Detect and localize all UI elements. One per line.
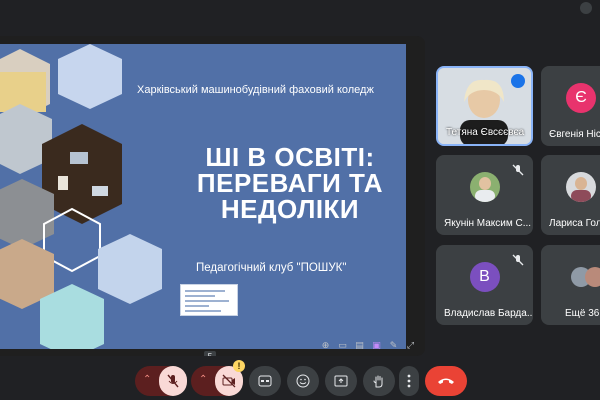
participant-tile-2[interactable]: Є Євгенія Ніст [541,66,600,146]
presentation-stage[interactable]: Харківський машинобудівний фаховий колед… [0,36,425,356]
slide-toolbar: ⊕ ▭ ▤ ▣ ✎ ⤢ [321,341,415,350]
captions-small-icon[interactable]: ▭ [338,341,347,350]
participant-avatar [469,172,500,202]
desk-laptop-2 [92,186,108,196]
mic-control-group: ⌃ [135,366,187,396]
account-indicator[interactable] [580,2,592,14]
more-avatars [571,267,600,287]
mic-off-icon [167,374,179,388]
layout-icon[interactable]: ▤ [355,341,364,350]
participant-avatar [566,172,596,202]
captions-icon [258,375,272,387]
pin-icon[interactable]: ✎ [389,341,398,350]
more-participants-tile[interactable]: Ещё 36 ч [541,245,600,325]
camera-control-group: ⌃ ! [191,360,245,396]
emoji-button[interactable] [287,366,319,396]
camera-off-icon [222,374,236,388]
slide-title: ШІ В ОСВІТІ: ПЕРЕВАГИ ТА НЕДОЛІКИ [190,144,390,222]
raise-hand-icon [373,375,383,388]
slide: Харківський машинобудівний фаховий колед… [0,44,406,349]
slide-title-line-1: ШІ В ОСВІТІ: [205,142,375,172]
present-active-icon[interactable]: ▣ [372,341,381,350]
meeting-window: Харківський машинобудівний фаховий колед… [0,0,600,400]
slide-inset-thumbnail [180,284,238,316]
slide-title-line-2: ПЕРЕВАГИ ТА [196,168,384,198]
fullscreen-icon[interactable]: ⤢ [406,341,415,350]
speaking-indicator-icon [511,74,525,88]
participant-tile-1[interactable]: Тетяна Євсєєвєа [436,66,533,146]
warning-badge: ! [233,360,245,372]
more-participants-label: Ещё 36 ч [565,308,600,319]
raise-hand-button[interactable] [363,366,395,396]
participant-tile-3[interactable]: Якунін Максим С... [436,155,533,235]
hex-light-top [58,44,122,109]
participant-name: Владислав Барда... [444,308,533,319]
participant-avatar: Є [566,83,596,113]
hangup-icon [438,378,454,384]
slide-number-badge: 5 [204,351,216,356]
zoom-icon[interactable]: ⊕ [321,341,330,350]
club-name: Педагогічний клуб "ПОШУК" [196,262,347,274]
participant-name: Якунін Максим С... [444,218,532,229]
mic-off-icon [512,164,524,176]
participant-name: Тетяна Євсєєвєа [446,127,525,138]
emoji-icon [296,374,310,388]
mic-options-chevron-icon[interactable]: ⌃ [143,374,151,385]
desk-laptop-1 [70,152,88,164]
participant-tile-4[interactable]: Лариса Голо [541,155,600,235]
college-name: Харківський машинобудівний фаховий колед… [137,84,374,96]
more-vert-icon [407,374,411,388]
present-icon [334,375,348,387]
participant-tile-5[interactable]: В Владислав Барда... [436,245,533,325]
captions-button[interactable] [249,366,281,396]
desk-paper [58,176,68,190]
participant-avatar: В [469,262,500,292]
hex-mid-light [98,234,162,304]
top-bar [0,0,600,26]
mic-toggle-button[interactable] [159,366,187,396]
slide-title-line-3: НЕДОЛІКИ [220,194,360,224]
participant-name: Євгенія Ніст [549,129,600,140]
mic-off-icon [512,254,524,266]
participant-name: Лариса Голо [549,218,600,229]
hangup-button[interactable] [425,366,467,396]
present-button[interactable] [325,366,357,396]
control-bar: ⌃ ⌃ ! [0,360,600,400]
camera-options-chevron-icon[interactable]: ⌃ [199,374,207,385]
more-options-button[interactable] [399,366,419,396]
